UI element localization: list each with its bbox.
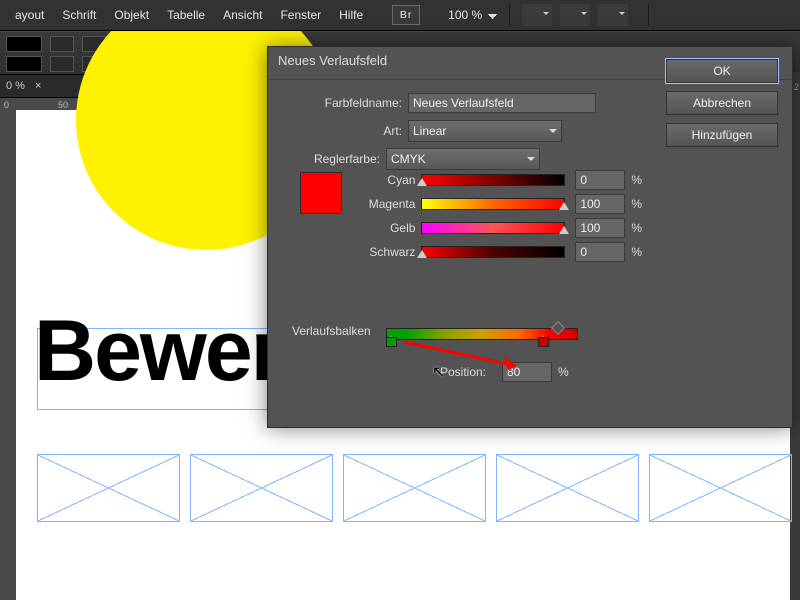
placeholder-row bbox=[37, 454, 792, 522]
view-mode-button-3[interactable] bbox=[598, 4, 628, 26]
zoom-value: 100 % bbox=[448, 8, 482, 22]
menu-bar: ayout Schrift Objekt Tabelle Ansicht Fen… bbox=[0, 0, 800, 31]
black-slider[interactable] bbox=[421, 246, 565, 258]
text-content[interactable]: Bewer bbox=[34, 302, 282, 401]
toolbar-field[interactable] bbox=[50, 56, 74, 72]
menu-ansicht[interactable]: Ansicht bbox=[214, 0, 271, 30]
cyan-slider[interactable] bbox=[421, 174, 565, 186]
stop-color-icon bbox=[538, 337, 549, 347]
separator bbox=[509, 4, 510, 26]
stop-color-label: Reglerfarbe: bbox=[278, 152, 380, 166]
ruler-vertical bbox=[0, 110, 17, 600]
empty-frame[interactable] bbox=[37, 454, 180, 522]
empty-frame[interactable] bbox=[190, 454, 333, 522]
chevron-down-icon bbox=[527, 157, 535, 165]
ruler-tick: 0 bbox=[4, 100, 9, 110]
cyan-label: Cyan bbox=[356, 173, 415, 187]
zoom-level[interactable]: 100 % bbox=[448, 8, 497, 22]
menu-layout[interactable]: ayout bbox=[6, 0, 53, 30]
magenta-label: Magenta bbox=[356, 197, 415, 211]
cursor-icon: ↖ bbox=[432, 362, 445, 382]
empty-frame[interactable] bbox=[343, 454, 486, 522]
stop-color-value: CMYK bbox=[391, 152, 426, 166]
gradient-stop-right[interactable] bbox=[538, 335, 548, 347]
menu-schrift[interactable]: Schrift bbox=[53, 0, 105, 30]
percent-label: % bbox=[631, 173, 642, 187]
percent-label: % bbox=[631, 197, 642, 211]
swatch-name-input[interactable] bbox=[408, 93, 596, 113]
yellow-slider[interactable] bbox=[421, 222, 565, 234]
gelb-label: Gelb bbox=[356, 221, 415, 235]
slider-thumb[interactable] bbox=[559, 197, 569, 210]
stop-color-icon bbox=[386, 337, 397, 347]
gradient-stop-left[interactable] bbox=[386, 335, 396, 347]
document-zoom-label: 0 % bbox=[6, 80, 25, 92]
ruler-tick: 50 bbox=[58, 100, 68, 110]
gradient-ramp[interactable] bbox=[386, 328, 578, 340]
type-label: Art: bbox=[278, 124, 402, 138]
menu-hilfe[interactable]: Hilfe bbox=[330, 0, 372, 30]
type-select[interactable]: Linear bbox=[408, 120, 562, 142]
cyan-value[interactable] bbox=[575, 170, 625, 190]
current-color-swatch bbox=[300, 172, 342, 214]
separator bbox=[648, 4, 649, 26]
percent-label: % bbox=[631, 245, 642, 259]
toolbar-field[interactable] bbox=[50, 36, 74, 52]
empty-frame[interactable] bbox=[496, 454, 639, 522]
swatch-name-label: Farbfeldname: bbox=[278, 96, 402, 110]
new-gradient-swatch-dialog: Neues Verlaufsfeld OK Abbrechen Hinzufüg… bbox=[267, 46, 793, 428]
slider-thumb[interactable] bbox=[559, 221, 569, 234]
view-mode-button-1[interactable] bbox=[522, 4, 552, 26]
stop-color-select[interactable]: CMYK bbox=[386, 148, 540, 170]
view-mode-button-2[interactable] bbox=[560, 4, 590, 26]
percent-label: % bbox=[558, 365, 569, 379]
schwarz-label: Schwarz bbox=[356, 245, 415, 259]
menu-tabelle[interactable]: Tabelle bbox=[158, 0, 214, 30]
gelb-value[interactable] bbox=[575, 218, 625, 238]
annotation-arrow bbox=[404, 340, 530, 376]
percent-label: % bbox=[631, 221, 642, 235]
menu-objekt[interactable]: Objekt bbox=[105, 0, 158, 30]
magenta-slider[interactable] bbox=[421, 198, 565, 210]
empty-frame[interactable] bbox=[649, 454, 792, 522]
magenta-value[interactable] bbox=[575, 194, 625, 214]
cmyk-panel: Cyan % Magenta % Gelb bbox=[288, 168, 642, 264]
bridge-button[interactable]: Br bbox=[392, 5, 420, 25]
slider-thumb[interactable] bbox=[417, 245, 427, 258]
midpoint-diamond[interactable] bbox=[551, 321, 565, 335]
close-icon[interactable]: × bbox=[35, 80, 41, 92]
ramp-label: Verlaufsbalken bbox=[292, 324, 371, 338]
gradient-ramp-area: Verlaufsbalken Position: % bbox=[292, 324, 642, 338]
chevron-down-icon bbox=[488, 14, 497, 19]
stroke-swatch[interactable] bbox=[6, 56, 42, 72]
menu-fenster[interactable]: Fenster bbox=[271, 0, 330, 30]
slider-thumb[interactable] bbox=[417, 173, 427, 186]
type-value: Linear bbox=[413, 124, 446, 138]
fill-swatch[interactable] bbox=[6, 36, 42, 52]
chevron-down-icon bbox=[549, 129, 557, 137]
schwarz-value[interactable] bbox=[575, 242, 625, 262]
